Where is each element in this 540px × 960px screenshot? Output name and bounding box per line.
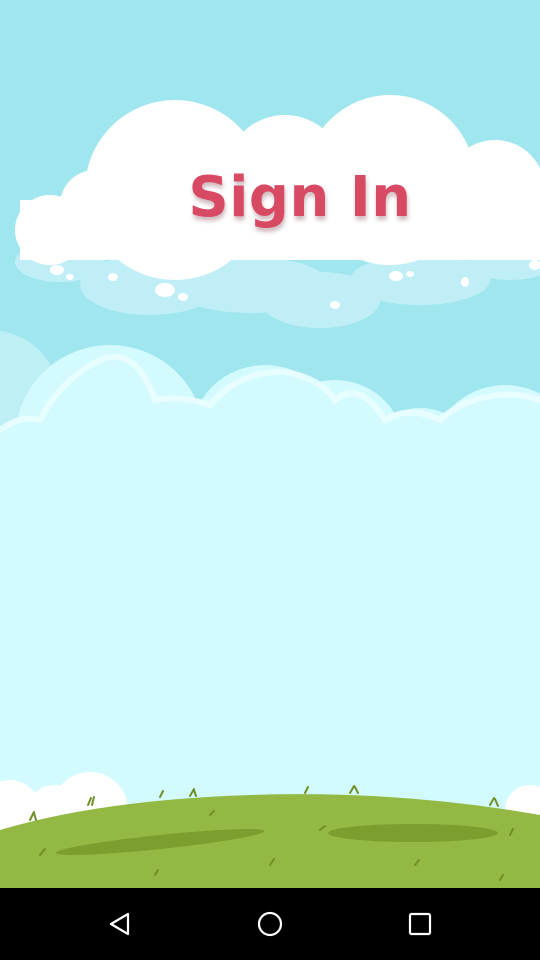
- circle-home-icon: [257, 911, 283, 937]
- home-button[interactable]: [230, 888, 310, 960]
- back-button[interactable]: [80, 888, 160, 960]
- sign-in-screen: Sign In: [0, 0, 540, 960]
- triangle-back-icon: [109, 912, 130, 936]
- system-navigation-bar: [0, 888, 540, 960]
- square-recents-icon: [408, 912, 432, 936]
- page-title: Sign In: [188, 165, 412, 230]
- recents-button[interactable]: [380, 888, 460, 960]
- background-scene: [0, 0, 540, 888]
